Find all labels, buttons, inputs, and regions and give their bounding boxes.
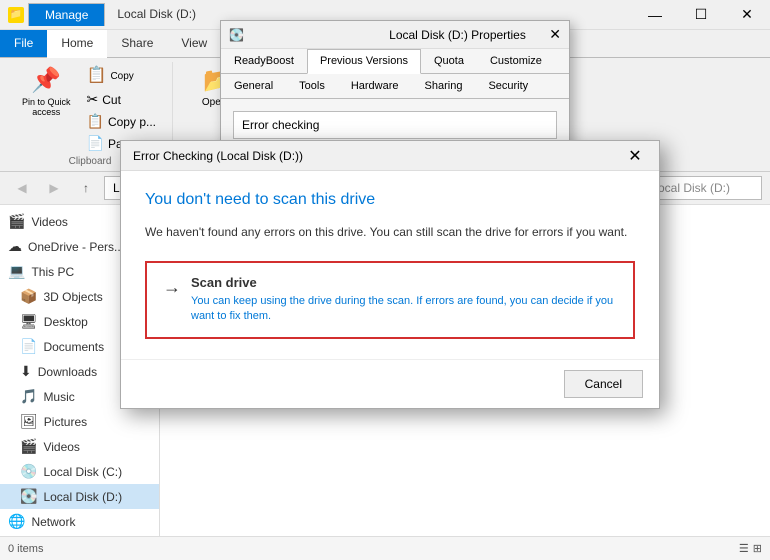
onedrive-icon: ☁ bbox=[8, 238, 22, 255]
clipboard-group-label: Clipboard bbox=[69, 156, 112, 167]
locald-icon: 💽 bbox=[20, 488, 37, 505]
minimize-button[interactable]: — bbox=[632, 0, 678, 30]
sidebar-item-videos-2[interactable]: 🎬 Videos bbox=[0, 434, 159, 459]
view-icons: ☰ ⊞ bbox=[739, 542, 762, 555]
sidebar-label-thispc: This PC bbox=[31, 265, 74, 279]
forward-button[interactable]: ▶ bbox=[40, 176, 68, 200]
sidebar-item-locald[interactable]: 💽 Local Disk (D:) bbox=[0, 484, 159, 509]
tab-customize[interactable]: Customize bbox=[477, 49, 555, 73]
pin-quick-access-button[interactable]: 📌 Pin to Quickaccess bbox=[16, 62, 77, 121]
error-dialog-footer: Cancel bbox=[121, 359, 659, 408]
tab-security[interactable]: Security bbox=[475, 74, 541, 98]
videos-icon-2: 🎬 bbox=[20, 438, 37, 455]
properties-title-text: Local Disk (D:) Properties bbox=[389, 28, 543, 42]
copy-path-button[interactable]: 📋 Copy p... bbox=[81, 111, 164, 132]
tiles-view-icon[interactable]: ⊞ bbox=[753, 542, 762, 555]
status-bar: 0 items ☰ ⊞ bbox=[0, 536, 770, 560]
sidebar-label-locald: Local Disk (D:) bbox=[43, 490, 122, 504]
sidebar-label-onedrive: OneDrive - Pers... bbox=[28, 240, 124, 254]
sidebar-item-localc[interactable]: 💿 Local Disk (C:) bbox=[0, 459, 159, 484]
sidebar-item-network[interactable]: 🌐 Network bbox=[0, 509, 159, 534]
error-cancel-button[interactable]: Cancel bbox=[564, 370, 643, 398]
tab-view[interactable]: View bbox=[167, 30, 221, 57]
scan-drive-option[interactable]: → Scan drive You can keep using the driv… bbox=[145, 261, 635, 339]
localc-icon: 💿 bbox=[20, 463, 37, 480]
scan-arrow-icon: → bbox=[163, 277, 181, 298]
tab-previous-versions-label[interactable]: Previous Versions bbox=[307, 49, 421, 74]
pictures-icon: 🖼 bbox=[20, 413, 38, 430]
error-checking-dialog: Error Checking (Local Disk (D:)) ✕ You d… bbox=[120, 140, 660, 409]
sidebar-label-pictures: Pictures bbox=[44, 415, 87, 429]
sidebar-label-videos-2: Videos bbox=[43, 440, 79, 454]
properties-title-bar: 💽 Local Disk (D:) Properties ✕ bbox=[221, 21, 569, 49]
error-checking-section: Error checking bbox=[233, 111, 557, 139]
tab-home[interactable]: Home bbox=[47, 30, 107, 58]
sidebar-label-downloads: Downloads bbox=[38, 365, 97, 379]
sidebar-label-music: Music bbox=[43, 390, 74, 404]
sidebar-label-desktop: Desktop bbox=[44, 315, 88, 329]
documents-icon: 📄 bbox=[20, 338, 37, 355]
maximize-button[interactable]: ☐ bbox=[678, 0, 724, 30]
details-view-icon[interactable]: ☰ bbox=[739, 542, 749, 555]
scan-drive-title: Scan drive bbox=[191, 275, 617, 290]
error-description: We haven't found any errors on this driv… bbox=[145, 223, 635, 241]
sidebar-item-pictures[interactable]: 🖼 Pictures bbox=[0, 409, 159, 434]
pin-label: Pin to Quickaccess bbox=[22, 97, 71, 117]
tab-sharing[interactable]: Sharing bbox=[412, 74, 476, 98]
title-bar-icon: 📁 bbox=[8, 7, 24, 23]
properties-tabs: ReadyBoost Previous Versions Quota Custo… bbox=[221, 49, 569, 74]
error-heading: You don't need to scan this drive bbox=[145, 191, 635, 209]
sidebar-label-network: Network bbox=[31, 515, 75, 529]
sidebar-label-videos-1: Videos bbox=[31, 215, 67, 229]
videos-icon-1: 🎬 bbox=[8, 213, 25, 230]
thispc-icon: 💻 bbox=[8, 263, 25, 280]
error-dialog-title-text: Error Checking (Local Disk (D:)) bbox=[133, 149, 617, 163]
properties-tabs-2: General Tools Hardware Sharing Security bbox=[221, 74, 569, 99]
sidebar-label-3dobjects: 3D Objects bbox=[43, 290, 102, 304]
up-button[interactable]: ↑ bbox=[72, 176, 100, 200]
disk-icon-small: 💽 bbox=[229, 28, 383, 42]
back-button[interactable]: ◀ bbox=[8, 176, 36, 200]
tab-hardware[interactable]: Hardware bbox=[338, 74, 412, 98]
cut-label: Cut bbox=[102, 93, 121, 107]
tab-disk-title: Local Disk (D:) bbox=[105, 3, 208, 26]
tab-manage[interactable]: Manage bbox=[28, 3, 105, 26]
error-dialog-close-button[interactable]: ✕ bbox=[623, 144, 647, 168]
copy-path-icon: 📋 bbox=[87, 113, 104, 130]
scan-drive-description: You can keep using the drive during the … bbox=[191, 294, 617, 325]
status-text: 0 items bbox=[8, 543, 43, 555]
tab-general[interactable]: General bbox=[221, 74, 286, 98]
error-checking-label: Error checking bbox=[242, 118, 319, 132]
properties-close-button[interactable]: ✕ bbox=[549, 26, 561, 43]
music-icon: 🎵 bbox=[20, 388, 37, 405]
sidebar-label-documents: Documents bbox=[43, 340, 104, 354]
copy-path-label: Copy p... bbox=[108, 115, 156, 129]
tab-quota[interactable]: Quota bbox=[421, 49, 477, 73]
error-dialog-title-bar: Error Checking (Local Disk (D:)) ✕ bbox=[121, 141, 659, 171]
tab-readyboost[interactable]: ReadyBoost bbox=[221, 49, 307, 73]
pin-icon: 📌 bbox=[31, 66, 61, 95]
network-icon: 🌐 bbox=[8, 513, 25, 530]
paste-shortcut-icon: 📄 bbox=[87, 135, 104, 152]
desktop-icon: 🖥 bbox=[20, 313, 38, 330]
downloads-icon: ⬇ bbox=[20, 363, 32, 380]
cut-button[interactable]: ✂ Cut bbox=[81, 89, 164, 110]
error-dialog-body: You don't need to scan this drive We hav… bbox=[121, 171, 659, 359]
sidebar-label-localc: Local Disk (C:) bbox=[43, 465, 122, 479]
tab-file[interactable]: File bbox=[0, 30, 47, 57]
copy-button[interactable]: 📋 Copy bbox=[81, 62, 164, 88]
copy-icon: 📋 bbox=[87, 65, 107, 85]
copy-label: Copy bbox=[110, 71, 133, 82]
close-button[interactable]: ✕ bbox=[724, 0, 770, 30]
tab-share[interactable]: Share bbox=[107, 30, 167, 57]
tab-tools[interactable]: Tools bbox=[286, 74, 338, 98]
cut-icon: ✂ bbox=[87, 91, 99, 108]
title-bar-controls: — ☐ ✕ bbox=[632, 0, 770, 30]
3dobjects-icon: 📦 bbox=[20, 288, 37, 305]
scan-option-content: Scan drive You can keep using the drive … bbox=[191, 275, 617, 325]
